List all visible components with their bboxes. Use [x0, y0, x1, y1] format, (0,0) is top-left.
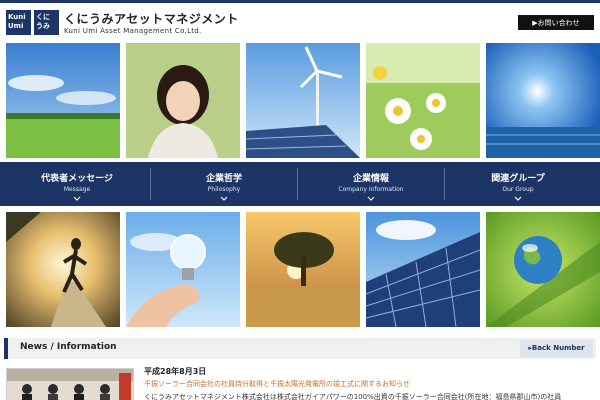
- nav-sublabel: Philosophy: [207, 186, 241, 193]
- logo-mark-umi[interactable]: くに うみ: [34, 10, 59, 35]
- back-number-button[interactable]: ▸Back Number: [520, 340, 593, 357]
- globe-droplet-photo: [486, 212, 600, 327]
- lightbulb-hand-photo: [126, 212, 240, 327]
- nav-item-philosophy[interactable]: 企業哲学 Philosophy: [151, 162, 297, 206]
- news-section-title: News / Information: [20, 342, 117, 352]
- tree-sunset-photo: [246, 212, 360, 327]
- sky-meadow-photo: [6, 43, 120, 158]
- chevron-down-icon: [367, 196, 375, 201]
- news-date: 平成28年8月3日: [144, 367, 207, 376]
- nav-label: 関連グループ: [491, 174, 545, 184]
- chevron-down-icon: [73, 196, 81, 201]
- nav-item-our-group[interactable]: 関連グループ Our Group: [445, 162, 591, 206]
- wind-turbine-solar-photo: [246, 43, 360, 158]
- chevron-down-icon: [220, 196, 228, 201]
- news-body-text: くにうみアセットマネジメント株式会社は株式会社ガイアパワーの100%出資の千振ソ…: [144, 393, 562, 400]
- news-headline-link[interactable]: 千振ソーラー合同会社の社員持分取得と千振太陽光発電所の竣工式に関するお知らせ: [144, 379, 410, 389]
- nav-item-message[interactable]: 代表者メッセージ Message: [4, 162, 150, 206]
- nav-label: 企業情報: [352, 174, 389, 184]
- company-name[interactable]: くにうみアセットマネジメント: [64, 10, 239, 27]
- contact-button[interactable]: ▶お問い合わせ: [518, 15, 594, 30]
- running-woman-photo: [6, 212, 120, 327]
- news-section-header: News / Information: [4, 338, 596, 359]
- nav-sublabel: Our Group: [502, 186, 534, 193]
- nav-item-company-information[interactable]: 企業情報 Company Information: [298, 162, 444, 206]
- daisy-flowers-photo: [366, 43, 480, 158]
- nav-label: 代表者メッセージ: [41, 174, 113, 184]
- solar-panels-photo: [366, 212, 480, 327]
- nav-sublabel: Message: [63, 186, 91, 193]
- nav-label: 企業哲学: [205, 174, 242, 184]
- logo-mark-kuni[interactable]: Kuni Umi: [6, 10, 31, 35]
- top-accent-bar: [0, 0, 600, 3]
- ocean-sun-photo: [486, 43, 600, 158]
- photo-row-top: [0, 43, 600, 158]
- photo-row-bottom: [0, 212, 600, 327]
- main-nav: 代表者メッセージ Message 企業哲学 Philosophy 企業情報 Co…: [0, 162, 600, 206]
- company-name-en: Kuni Umi Asset Management Co.Ltd.: [64, 27, 202, 35]
- nav-sublabel: Company Information: [338, 186, 404, 193]
- child-photo: [126, 43, 240, 158]
- news-thumbnail-photo[interactable]: [6, 368, 134, 400]
- chevron-down-icon: [514, 196, 522, 201]
